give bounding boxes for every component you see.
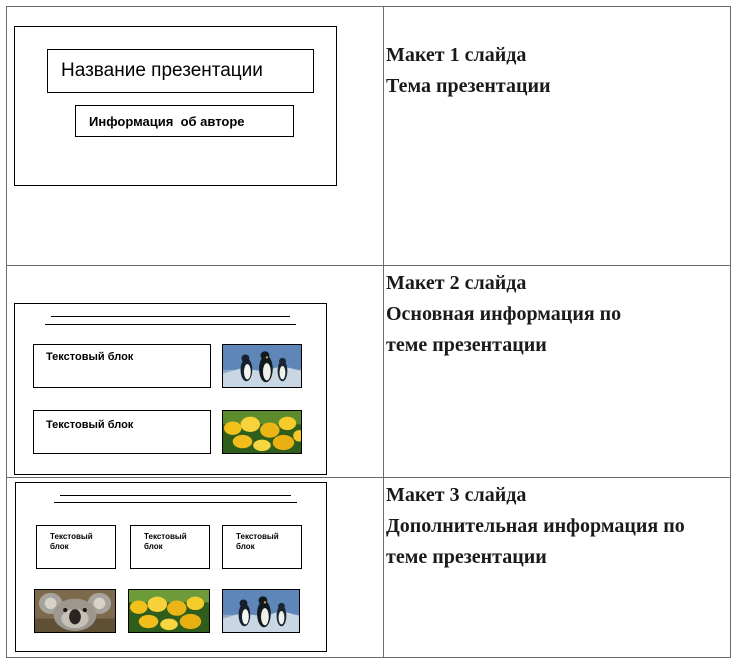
slide-layout-2-preview: Текстовый блок Текстовый блок bbox=[14, 303, 327, 475]
text-block-label: блок bbox=[236, 542, 255, 551]
table-row-divider bbox=[6, 477, 731, 478]
text-block-label: Текстовый bbox=[144, 532, 187, 541]
text-block-label: блок bbox=[50, 542, 69, 551]
text-block-label: Текстовый bbox=[50, 532, 93, 541]
presentation-title-box: Название презентации bbox=[47, 49, 314, 93]
description-line: Макет 2 слайда bbox=[386, 272, 527, 294]
text-block: Текстовый блок bbox=[33, 344, 211, 388]
text-block-label: Текстовый блок bbox=[46, 419, 134, 431]
penguins-image bbox=[222, 344, 302, 388]
koala-image bbox=[34, 589, 116, 633]
tulips-image bbox=[128, 589, 210, 633]
title-line bbox=[45, 324, 296, 325]
text-block-label: Текстовый блок bbox=[46, 351, 134, 363]
title-line bbox=[54, 502, 297, 503]
slide-layout-3-preview: Текстовый блок Текстовый блок Текстовый … bbox=[15, 482, 327, 652]
text-block-label: Текстовый bbox=[236, 532, 279, 541]
author-info-text: Информация об авторе bbox=[89, 114, 245, 129]
table-column-divider bbox=[383, 6, 384, 658]
text-block: Текстовый блок bbox=[130, 525, 210, 569]
description-line: Тема презентации bbox=[386, 75, 551, 97]
description-line: Макет 3 слайда bbox=[386, 484, 527, 506]
penguins-image bbox=[222, 589, 300, 633]
slide-layout-1-preview: Название презентации Информация об автор… bbox=[14, 26, 337, 186]
presentation-title-text: Название презентации bbox=[61, 60, 263, 81]
slide-layout-3-description: Макет 3 слайда Дополнительная информация… bbox=[386, 480, 685, 573]
text-block: Текстовый блок bbox=[222, 525, 302, 569]
description-line: теме презентации bbox=[386, 334, 547, 356]
title-line bbox=[51, 316, 290, 317]
description-line: Макет 1 слайда bbox=[386, 44, 527, 66]
slide-layout-1-description: Макет 1 слайда Тема презентации bbox=[386, 40, 551, 102]
slide-layout-2-description: Макет 2 слайда Основная информация по те… bbox=[386, 268, 621, 361]
description-line: теме презентации bbox=[386, 546, 547, 568]
description-line: Дополнительная информация по bbox=[386, 515, 685, 537]
tulips-image bbox=[222, 410, 302, 454]
description-line: Основная информация по bbox=[386, 303, 622, 325]
text-block: Текстовый блок bbox=[36, 525, 116, 569]
title-line bbox=[60, 495, 291, 496]
text-block: Текстовый блок bbox=[33, 410, 211, 454]
table-row-divider bbox=[6, 265, 731, 266]
text-block-label: блок bbox=[144, 542, 163, 551]
author-info-box: Информация об авторе bbox=[75, 105, 294, 137]
